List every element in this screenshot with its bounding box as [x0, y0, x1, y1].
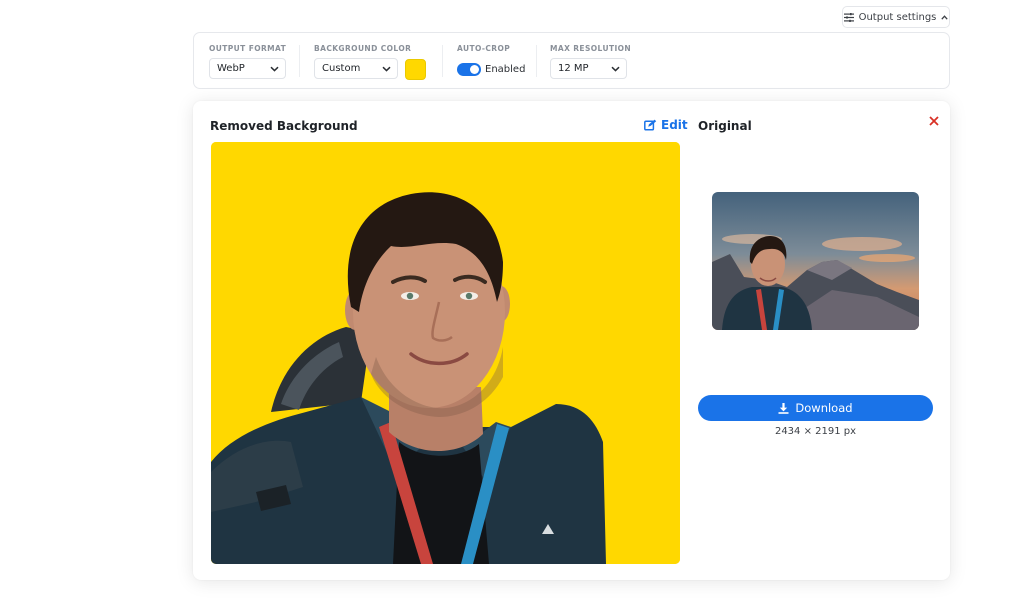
- download-icon: [778, 402, 789, 414]
- divider: [536, 45, 537, 77]
- output-format-value: WebP: [217, 63, 245, 74]
- edit-button[interactable]: Edit: [644, 118, 688, 132]
- edit-icon: [644, 119, 657, 131]
- result-card: Removed Background Edit Original Downloa…: [193, 101, 950, 580]
- max-resolution-label: MAX RESOLUTION: [550, 44, 632, 53]
- chevron-down-icon: [611, 66, 620, 72]
- chevron-up-icon: [941, 14, 949, 20]
- output-format-label: OUTPUT FORMAT: [209, 44, 287, 53]
- image-dimensions: 2434 × 2191 px: [774, 426, 857, 437]
- background-color-select[interactable]: Custom: [314, 58, 398, 79]
- sliders-icon: [843, 12, 854, 22]
- original-title: Original: [698, 119, 752, 133]
- landscape-portrait-illustration: [712, 192, 919, 330]
- chevron-down-icon: [382, 66, 391, 72]
- download-label: Download: [795, 401, 853, 415]
- background-color-value: Custom: [322, 63, 361, 74]
- output-settings-toggle[interactable]: Output settings: [842, 6, 950, 28]
- divider: [442, 45, 443, 77]
- edit-label: Edit: [661, 118, 688, 132]
- settings-bar: OUTPUT FORMAT WebP BACKGROUND COLOR Cust…: [193, 32, 950, 89]
- max-resolution-select[interactable]: 12 MP: [550, 58, 627, 79]
- close-icon: [929, 116, 939, 126]
- output-settings-label: Output settings: [858, 11, 937, 23]
- auto-crop-state: Enabled: [485, 64, 526, 75]
- close-button[interactable]: [926, 113, 942, 129]
- chevron-down-icon: [270, 66, 279, 72]
- divider: [299, 45, 300, 77]
- background-color-swatch[interactable]: [405, 59, 426, 80]
- auto-crop-label: AUTO-CROP: [457, 44, 511, 53]
- max-resolution-value: 12 MP: [558, 63, 589, 74]
- removed-background-title: Removed Background: [210, 119, 358, 133]
- removed-background-image: [211, 142, 680, 564]
- auto-crop-toggle[interactable]: [457, 63, 481, 76]
- output-format-select[interactable]: WebP: [209, 58, 286, 79]
- portrait-illustration: [211, 142, 680, 564]
- toggle-knob: [470, 65, 479, 74]
- background-color-label: BACKGROUND COLOR: [314, 44, 412, 53]
- download-button[interactable]: Download: [698, 395, 933, 421]
- original-image: [712, 192, 919, 330]
